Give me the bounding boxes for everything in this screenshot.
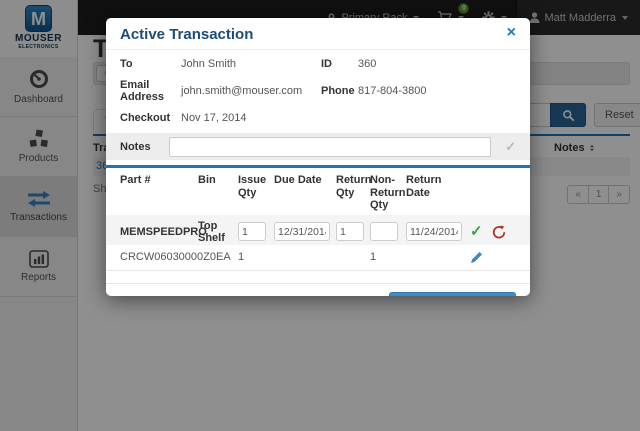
- complete-transaction-button[interactable]: Complete Transaction: [389, 292, 516, 296]
- col-issue-qty: Issue Qty: [238, 174, 274, 199]
- email-label: Email Address: [120, 79, 181, 103]
- phone-label: Phone: [321, 85, 358, 97]
- undo-icon[interactable]: [492, 225, 506, 239]
- notes-input[interactable]: [169, 137, 492, 157]
- part-number: MEMSPEEDPRO: [120, 226, 198, 238]
- non-return-qty-input[interactable]: [370, 222, 398, 241]
- close-icon[interactable]: ×: [507, 26, 516, 40]
- checkout-label: Checkout: [120, 112, 181, 124]
- non-return-qty-value: 1: [370, 251, 406, 263]
- parts-table-header: Part # Bin Issue Qty Due Date Return Qty…: [106, 168, 530, 215]
- to-value: John Smith: [181, 58, 321, 70]
- issue-qty-input[interactable]: [238, 222, 266, 241]
- transaction-info: To John Smith ID 360 Email Address john.…: [120, 58, 516, 124]
- return-date-input[interactable]: [406, 222, 462, 241]
- col-return-date: Return Date: [406, 174, 464, 199]
- due-date-input[interactable]: [274, 222, 330, 241]
- modal-header: × Active Transaction: [106, 18, 530, 50]
- phone-value: 817-804-3800: [358, 85, 516, 97]
- modal-footer: Complete Transaction: [106, 283, 530, 296]
- col-bin: Bin: [198, 174, 238, 187]
- modal-spacer: [106, 271, 530, 283]
- issue-qty-value: 1: [238, 251, 274, 263]
- notes-label: Notes: [120, 141, 151, 153]
- part-number: CRCW06030000Z0EA: [120, 251, 198, 263]
- col-due-date: Due Date: [274, 174, 336, 187]
- active-transaction-modal: × Active Transaction To John Smith ID 36…: [106, 18, 530, 296]
- to-label: To: [120, 58, 181, 70]
- col-return-qty: Return Qty: [336, 174, 370, 199]
- col-non-return-qty: Non-Return Qty: [370, 174, 406, 212]
- notes-save-check-icon[interactable]: ✓: [505, 139, 516, 155]
- edit-pencil-icon[interactable]: [470, 251, 483, 264]
- checkout-value: Nov 17, 2014: [181, 112, 321, 124]
- id-label: ID: [321, 58, 358, 70]
- return-qty-input[interactable]: [336, 222, 364, 241]
- id-value: 360: [358, 58, 516, 70]
- table-row: MEMSPEEDPRO Top Shelf ✓: [106, 215, 530, 245]
- confirm-check-icon[interactable]: ✓: [470, 225, 483, 239]
- bin-value: Top Shelf: [198, 220, 238, 244]
- table-row: CRCW06030000Z0EA 1 1: [106, 245, 530, 271]
- modal-title: Active Transaction: [120, 26, 253, 43]
- notes-strip: Notes ✓: [106, 133, 530, 160]
- email-value: john.smith@mouser.com: [181, 85, 321, 97]
- col-part: Part #: [120, 174, 198, 187]
